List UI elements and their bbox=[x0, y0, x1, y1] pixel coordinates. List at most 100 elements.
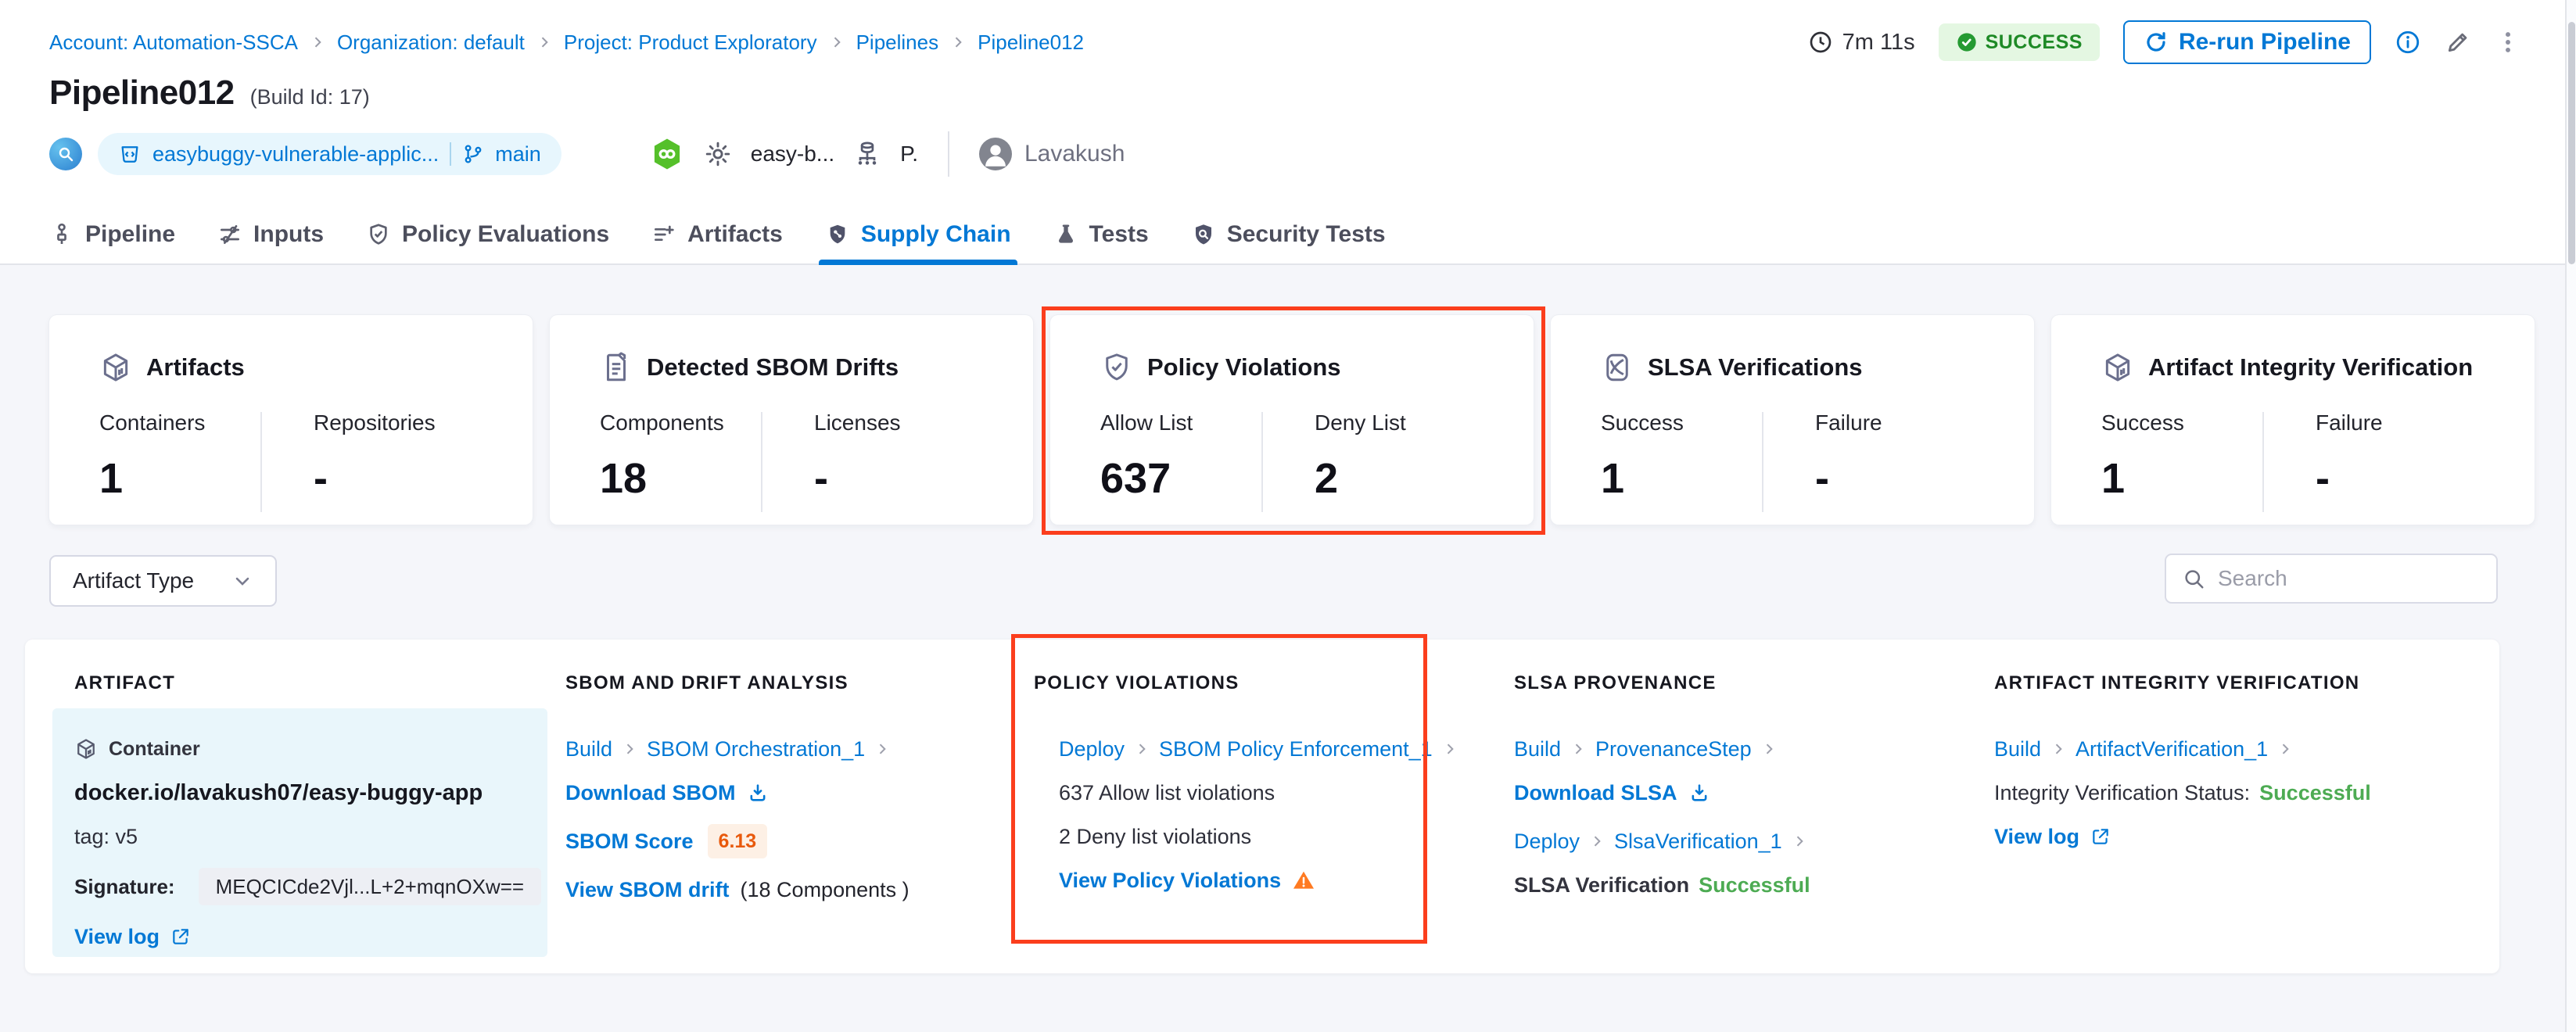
security-shield-icon bbox=[1191, 222, 1216, 247]
artifact-type-dropdown[interactable]: Artifact Type bbox=[49, 555, 277, 607]
view-policy-violations-link[interactable]: View Policy Violations bbox=[1059, 868, 1281, 893]
breadcrumb-project[interactable]: Project: Product Exploratory bbox=[564, 30, 817, 55]
card-sbom-drifts: Detected SBOM Drifts Components 18 Licen… bbox=[550, 315, 1033, 525]
download-icon bbox=[747, 782, 769, 804]
download-slsa-row: Download SLSA bbox=[1514, 780, 1810, 805]
execution-meta-row: easybuggy-vulnerable-applic... main easy… bbox=[49, 131, 1125, 177]
scrollbar-thumb[interactable] bbox=[2568, 22, 2575, 264]
tab-policy-evaluations[interactable]: Policy Evaluations bbox=[366, 206, 609, 263]
stage-link[interactable]: Build bbox=[1994, 736, 2041, 761]
tab-artifacts[interactable]: Artifacts bbox=[651, 206, 783, 263]
stage-link[interactable]: Build bbox=[1514, 736, 1561, 761]
view-log-link[interactable]: View log bbox=[74, 924, 191, 949]
build-id: (Build Id: 17) bbox=[250, 85, 370, 109]
stage-link[interactable]: Build bbox=[565, 736, 612, 761]
step-link[interactable]: ArtifactVerification_1 bbox=[2076, 736, 2268, 761]
slsa-provenance-path: Build ProvenanceStep bbox=[1514, 736, 1810, 761]
sbom-step-path: Build SBOM Orchestration_1 bbox=[565, 736, 909, 761]
card-title: Artifact Integrity Verification bbox=[2148, 353, 2473, 382]
clock-icon bbox=[1808, 30, 1833, 55]
external-link-icon bbox=[2090, 826, 2111, 847]
pipeline-ref-text[interactable]: easy-b... bbox=[751, 142, 834, 167]
triggered-by-user: Lavakush bbox=[979, 138, 1125, 170]
chevron-right-icon bbox=[622, 741, 637, 757]
column-header-sbom: SBOM AND DRIFT ANALYSIS bbox=[565, 672, 849, 694]
view-sbom-drift-link[interactable]: View SBOM drift bbox=[565, 877, 730, 902]
breadcrumb-current[interactable]: Pipeline012 bbox=[978, 30, 1084, 55]
slsa-verification-path: Deploy SlsaVerification_1 bbox=[1514, 829, 1810, 854]
drift-components-note: (18 Components ) bbox=[741, 877, 909, 902]
more-options-button[interactable] bbox=[2495, 29, 2521, 56]
card-policy-violations: Policy Violations Allow List 637 Deny Li… bbox=[1050, 315, 1534, 525]
download-slsa-link[interactable]: Download SLSA bbox=[1514, 780, 1710, 805]
integrity-status-row: Integrity Verification Status: Successfu… bbox=[1994, 780, 2371, 805]
breadcrumb-account[interactable]: Account: Automation-SSCA bbox=[49, 30, 298, 55]
column-header-slsa: SLSA PROVENANCE bbox=[1514, 672, 1717, 694]
edit-pipeline-button[interactable] bbox=[2445, 29, 2471, 56]
chevron-right-icon bbox=[1570, 741, 1586, 757]
sbom-score-link[interactable]: SBOM Score bbox=[565, 829, 694, 854]
breadcrumb-organization[interactable]: Organization: default bbox=[337, 30, 525, 55]
slsa-cell: Build ProvenanceStep Download SLSA Deplo… bbox=[1514, 736, 1810, 898]
codebase-icon bbox=[49, 138, 82, 170]
top-bar: Account: Automation-SSCA Organization: d… bbox=[0, 0, 2576, 265]
status-text: SUCCESS bbox=[1986, 31, 2083, 54]
integrity-step-path: Build ArtifactVerification_1 bbox=[1994, 736, 2371, 761]
status-badge: SUCCESS bbox=[1939, 23, 2100, 61]
step-link[interactable]: SlsaVerification_1 bbox=[1614, 829, 1782, 854]
pill-divider bbox=[450, 142, 451, 166]
view-policy-violations-row: View Policy Violations bbox=[1059, 868, 1458, 893]
stat-divider bbox=[761, 412, 762, 512]
page-title: Pipeline012 bbox=[49, 73, 235, 113]
integrity-view-log-row: View log bbox=[1994, 824, 2371, 849]
branch-name: main bbox=[495, 142, 541, 167]
search-input[interactable] bbox=[2218, 566, 2481, 591]
page-scrollbar[interactable] bbox=[2565, 0, 2576, 1032]
pipeline-icon bbox=[49, 222, 74, 247]
download-icon bbox=[1688, 782, 1710, 804]
chevron-right-icon bbox=[1589, 833, 1605, 849]
sbom-score-row: SBOM Score 6.13 bbox=[565, 824, 909, 858]
cube-icon bbox=[99, 351, 132, 384]
rerun-pipeline-button[interactable]: Re-run Pipeline bbox=[2123, 20, 2371, 64]
integrity-cell: Build ArtifactVerification_1 Integrity V… bbox=[1994, 736, 2371, 849]
stat: Success 1 bbox=[1601, 410, 1762, 512]
tab-security-tests[interactable]: Security Tests bbox=[1191, 206, 1386, 263]
breadcrumb-pipelines[interactable]: Pipelines bbox=[856, 30, 939, 55]
run-actions: 7m 11s SUCCESS Re-run Pipeline bbox=[1808, 20, 2521, 64]
tab-supply-chain[interactable]: Supply Chain bbox=[825, 206, 1011, 263]
breadcrumb-row: Account: Automation-SSCA Organization: d… bbox=[49, 20, 2521, 64]
stat: Licenses - bbox=[814, 410, 975, 512]
artifacts-list-icon bbox=[651, 222, 676, 247]
stage-link[interactable]: Deploy bbox=[1514, 829, 1580, 854]
artifacts-table: ARTIFACT SBOM AND DRIFT ANALYSIS POLICY … bbox=[25, 640, 2499, 973]
signature-value[interactable]: MEQCICde2Vjl...L+2+mqnOXw== bbox=[199, 868, 542, 905]
allow-list-violations: 637 Allow list violations bbox=[1059, 780, 1458, 805]
card-title: SLSA Verifications bbox=[1648, 353, 1863, 382]
chevron-right-icon bbox=[1442, 741, 1458, 757]
external-link-icon bbox=[170, 926, 191, 947]
trigger-initial[interactable]: P. bbox=[900, 142, 918, 167]
tab-inputs[interactable]: Inputs bbox=[217, 206, 324, 263]
stat-divider bbox=[1762, 412, 1763, 512]
tab-tests[interactable]: Tests bbox=[1053, 206, 1149, 263]
step-link[interactable]: SBOM Policy Enforcement_1 bbox=[1159, 736, 1433, 761]
tab-pipeline[interactable]: Pipeline bbox=[49, 206, 175, 263]
chevron-right-icon bbox=[2277, 741, 2293, 757]
warning-icon bbox=[1292, 869, 1315, 892]
branch-icon bbox=[462, 143, 484, 165]
stat: Components 18 bbox=[600, 410, 761, 512]
download-sbom-link[interactable]: Download SBOM bbox=[565, 780, 769, 805]
view-log-link[interactable]: View log bbox=[1994, 824, 2111, 849]
stat-divider bbox=[1261, 412, 1263, 512]
card-title: Artifacts bbox=[146, 353, 245, 382]
title-row: Pipeline012 (Build Id: 17) bbox=[49, 73, 370, 113]
repository-chip[interactable]: easybuggy-vulnerable-applic... main bbox=[98, 133, 561, 175]
info-button[interactable] bbox=[2395, 29, 2421, 56]
artifact-tag: tag: v5 bbox=[74, 824, 541, 849]
step-link[interactable]: ProvenanceStep bbox=[1595, 736, 1752, 761]
stage-link[interactable]: Deploy bbox=[1059, 736, 1125, 761]
step-link[interactable]: SBOM Orchestration_1 bbox=[647, 736, 865, 761]
chevron-right-icon bbox=[310, 34, 325, 50]
gear-icon[interactable] bbox=[704, 140, 732, 168]
